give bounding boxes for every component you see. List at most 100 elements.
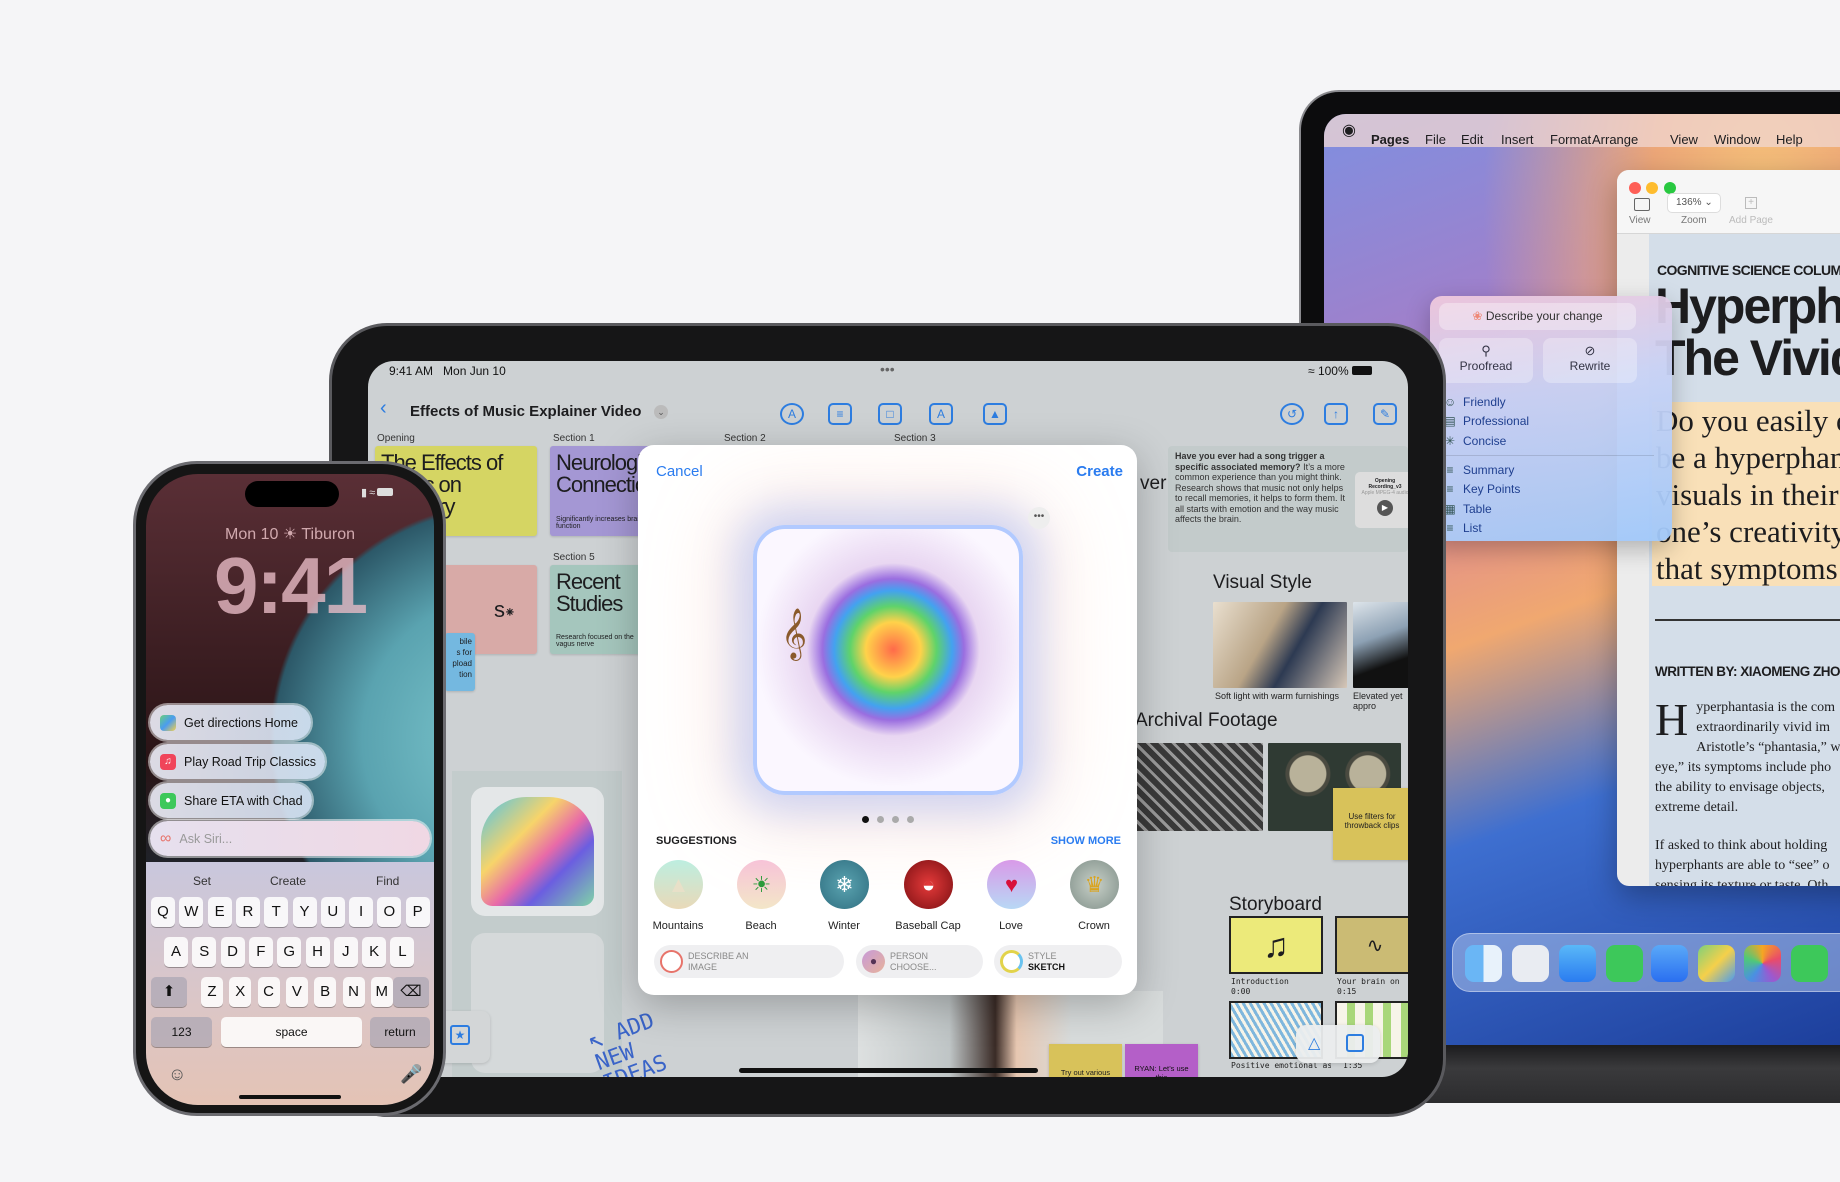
suggestion-crown[interactable]: ♛ [1070, 860, 1119, 909]
pen-tool-icon[interactable]: A [780, 403, 804, 425]
play-icon[interactable]: ▶ [1377, 500, 1393, 516]
key-b[interactable]: B [314, 977, 337, 1007]
key-r[interactable]: R [235, 897, 260, 927]
photo-piano[interactable] [1353, 602, 1408, 688]
sidebar-view-icon[interactable] [1634, 198, 1650, 211]
format-key-points[interactable]: ≡ Key Points [1444, 480, 1520, 498]
menu-edit[interactable]: Edit [1461, 132, 1483, 147]
apple-icon[interactable]: ◉ [1342, 120, 1356, 140]
selected-paragraph[interactable]: Do you easily c be a hyperphan visuals in … [1652, 402, 1840, 586]
close-button[interactable] [1629, 182, 1641, 194]
menu-view[interactable]: View [1670, 132, 1698, 147]
show-more-button[interactable]: SHOW MORE [1051, 835, 1121, 847]
more-dots-icon[interactable]: ••• [880, 361, 895, 377]
emoji-icon[interactable]: ☺ [168, 1064, 186, 1085]
shapes-icon[interactable]: □ [878, 403, 902, 425]
back-chevron-icon[interactable]: ‹ [380, 397, 387, 420]
undo-icon[interactable]: ↺ [1280, 403, 1304, 425]
key-e[interactable]: E [207, 897, 232, 927]
shift-key[interactable]: ⬆ [151, 977, 187, 1007]
photo-mixing-console[interactable] [1136, 743, 1263, 831]
key-o[interactable]: O [377, 897, 402, 927]
home-indicator[interactable] [239, 1095, 341, 1099]
rewrite-button[interactable]: ⊘ Rewrite [1543, 338, 1637, 383]
connector-tool-icon[interactable]: △ [1308, 1033, 1320, 1053]
facetime-icon[interactable] [1791, 945, 1828, 982]
key-s[interactable]: S [192, 937, 217, 967]
key-n[interactable]: N [342, 977, 365, 1007]
siri-suggestion-music[interactable]: ♫ Play Road Trip Classics [150, 744, 325, 779]
page-dot[interactable] [876, 816, 884, 823]
page-dot[interactable] [861, 816, 869, 823]
microphone-icon[interactable]: 🎤 [400, 1064, 422, 1085]
empty-card[interactable] [471, 933, 604, 1073]
page-dot[interactable] [891, 816, 899, 823]
sticky-note-blue[interactable]: bile s for pload tion [445, 633, 475, 691]
proofread-button[interactable]: ⚲ Proofread [1439, 338, 1533, 383]
share-icon[interactable]: ↑ [1324, 403, 1348, 425]
numbers-key[interactable]: 123 [151, 1017, 212, 1047]
finder-icon[interactable] [1465, 945, 1502, 982]
menu-insert[interactable]: Insert [1501, 132, 1534, 147]
return-key[interactable]: return [370, 1017, 430, 1047]
key-h[interactable]: H [305, 937, 330, 967]
messages-icon[interactable] [1606, 945, 1643, 982]
siri-suggestion-share-eta[interactable]: ● Share ETA with Chad [150, 783, 312, 818]
menu-help[interactable]: Help [1776, 132, 1803, 147]
key-y[interactable]: Y [292, 897, 317, 927]
maps-icon[interactable] [1698, 945, 1735, 982]
storyboard-frame-1[interactable]: ♫ [1229, 916, 1323, 974]
menu-format[interactable]: Format [1550, 132, 1591, 147]
grid-tool-icon[interactable] [1346, 1034, 1364, 1052]
key-j[interactable]: J [333, 937, 358, 967]
tone-friendly[interactable]: ☺ Friendly [1444, 393, 1506, 411]
home-indicator[interactable] [739, 1068, 1038, 1073]
key-l[interactable]: L [390, 937, 415, 967]
key-x[interactable]: X [229, 977, 252, 1007]
format-table[interactable]: ▦ Table [1444, 500, 1491, 518]
key-k[interactable]: K [362, 937, 387, 967]
text-box-icon[interactable]: A [929, 403, 953, 425]
photos-icon[interactable] [1744, 945, 1781, 982]
generated-image-card[interactable] [471, 787, 604, 916]
suggestion-winter[interactable]: ❄ [820, 860, 869, 909]
ask-siri-input[interactable]: ∞ Ask Siri... [150, 821, 430, 856]
key-u[interactable]: U [320, 897, 345, 927]
siri-suggestion-directions[interactable]: Get directions Home [150, 705, 311, 740]
person-button[interactable]: ● PERSON CHOOSE... [856, 945, 983, 978]
launchpad-icon[interactable] [1512, 945, 1549, 982]
suggestion-baseball-cap[interactable]: ◒ [904, 860, 953, 909]
describe-change-input[interactable]: ❀ Describe your change [1439, 303, 1636, 330]
compose-icon[interactable]: ✎ [1373, 403, 1397, 425]
more-options-button[interactable]: ••• [1028, 507, 1050, 529]
sticky-note-yellow[interactable]: Use filters for throwback clips [1333, 788, 1408, 860]
key-m[interactable]: M [370, 977, 393, 1007]
safari-icon[interactable] [1559, 945, 1596, 982]
key-a[interactable]: A [164, 937, 188, 967]
storyboard-frame-2[interactable]: ∿ [1335, 916, 1408, 974]
prediction-create[interactable]: Create [270, 874, 306, 888]
page-indicator[interactable] [638, 810, 1137, 828]
key-c[interactable]: C [257, 977, 280, 1007]
tone-professional[interactable]: ▤ Professional [1444, 412, 1529, 430]
key-v[interactable]: V [285, 977, 308, 1007]
note-icon[interactable]: ≡ [828, 403, 852, 425]
cancel-button[interactable]: Cancel [656, 463, 703, 480]
prediction-find[interactable]: Find [376, 874, 399, 888]
format-list[interactable]: ≡ List [1444, 519, 1481, 537]
key-p[interactable]: P [405, 897, 430, 927]
tone-concise[interactable]: ✳ Concise [1444, 432, 1506, 450]
prediction-set[interactable]: Set [193, 874, 211, 888]
suggestion-love[interactable]: ♥ [987, 860, 1036, 909]
board-title[interactable]: Effects of Music Explainer Video [410, 403, 641, 420]
mail-icon[interactable] [1651, 945, 1688, 982]
add-page-icon[interactable]: + [1745, 197, 1757, 209]
describe-image-button[interactable]: DESCRIBE AN IMAGE [654, 945, 844, 978]
sticky-note-purple[interactable]: RYAN: Let’s use this [1125, 1044, 1198, 1077]
key-w[interactable]: W [179, 897, 204, 927]
key-i[interactable]: I [349, 897, 374, 927]
suggestion-mountains[interactable]: ▲ [654, 860, 703, 909]
key-d[interactable]: D [220, 937, 245, 967]
key-g[interactable]: G [277, 937, 302, 967]
media-icon[interactable]: ▲ [983, 403, 1007, 425]
